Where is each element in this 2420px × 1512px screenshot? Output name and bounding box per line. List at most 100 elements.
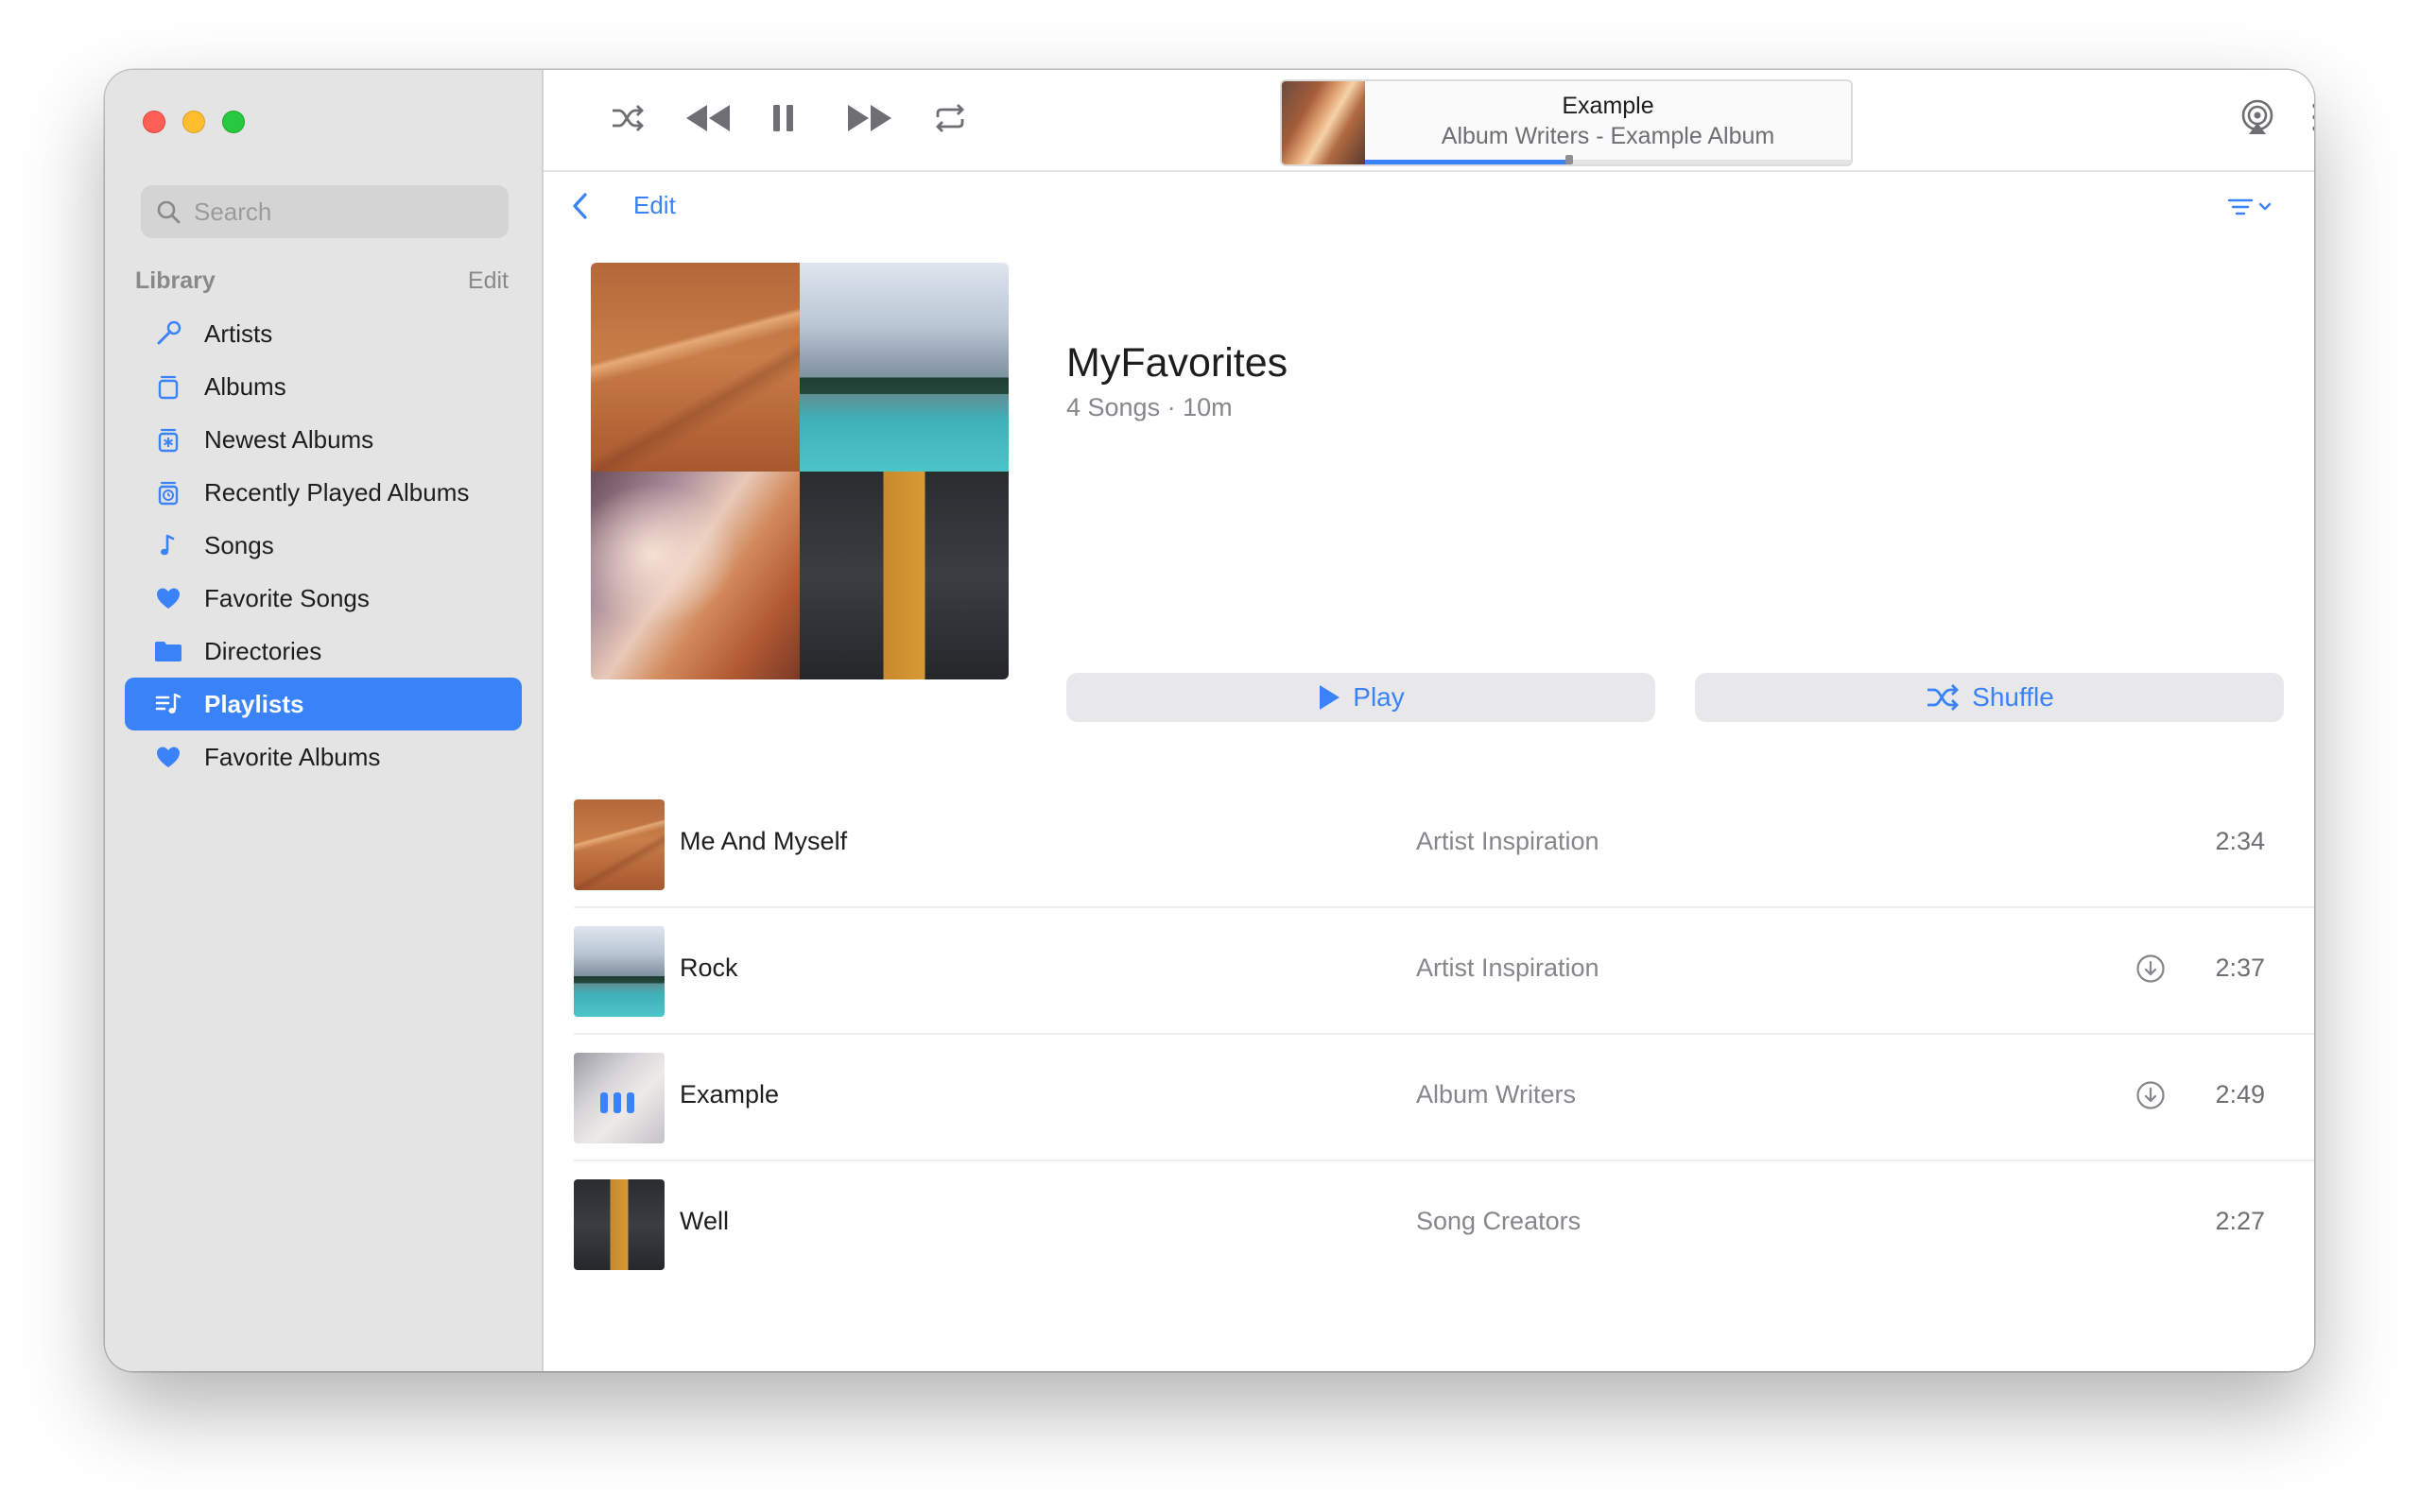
sidebar-item-label: Favorite Albums [204, 742, 381, 771]
sort-menu-button[interactable] [2227, 197, 2273, 217]
shuffle-icon [613, 105, 644, 131]
song-title: Example [680, 1080, 780, 1108]
edit-playlist-button[interactable]: Edit [633, 191, 676, 220]
queue-button[interactable] [2311, 101, 2314, 133]
playlist-icon [151, 687, 185, 721]
sidebar-item-label: Newest Albums [204, 424, 374, 454]
sidebar-item-label: Songs [204, 530, 274, 559]
repeat-icon [936, 104, 964, 132]
sidebar-item-newest-albums[interactable]: Newest Albums [125, 413, 522, 466]
playlist-title: MyFavorites [1066, 340, 1288, 386]
sidebar-item-label: Recently Played Albums [204, 477, 470, 507]
shuffle-icon [1927, 684, 1960, 711]
airplay-audio-icon [2241, 99, 2273, 134]
pause-button[interactable] [770, 101, 797, 135]
song-artist: Album Writers [1416, 1080, 1577, 1108]
song-artist: Song Creators [1416, 1207, 1582, 1235]
sidebar: Library Edit Artists Albums Newest Al [105, 70, 544, 1371]
song-list: Me And Myself Artist Inspiration 2:34 Ro… [574, 782, 2314, 1286]
library-title: Library [135, 266, 216, 294]
sidebar-item-favorite-albums[interactable]: Favorite Albums [125, 730, 522, 783]
minimize-window-button[interactable] [182, 111, 205, 133]
sidebar-item-label: Albums [204, 371, 286, 401]
close-window-button[interactable] [143, 111, 165, 133]
now-playing-subtitle: Album Writers - Example Album [1441, 123, 1775, 149]
sidebar-item-label: Playlists [204, 689, 304, 718]
sidebar-item-recently-played-albums[interactable]: Recently Played Albums [125, 466, 522, 519]
song-title: Me And Myself [680, 827, 848, 855]
shuffle-label: Shuffle [1972, 682, 2054, 712]
previous-button[interactable] [683, 101, 734, 135]
pause-icon [773, 105, 793, 131]
song-title: Well [680, 1207, 730, 1235]
song-artist: Artist Inspiration [1416, 954, 1599, 982]
playlist-detail: Edit MyFavorites 4 Songs · 10m Play Shuf… [544, 172, 2314, 1371]
cover-tile-aerial [800, 471, 1009, 679]
sidebar-item-artists[interactable]: Artists [125, 307, 522, 360]
library-header: Library Edit [135, 265, 509, 297]
new-album-icon [151, 422, 185, 456]
sidebar-item-label: Artists [204, 318, 273, 348]
sidebar-item-directories[interactable]: Directories [125, 625, 522, 678]
sidebar-item-albums[interactable]: Albums [125, 360, 522, 413]
list-icon [2312, 103, 2314, 131]
back-button[interactable] [566, 187, 595, 230]
cover-tile-canyon [591, 471, 800, 679]
sidebar-nav: Artists Albums Newest Albums Recently Pl… [125, 307, 522, 783]
play-button[interactable]: Play [1066, 673, 1655, 722]
playlist-cover-art [591, 263, 1009, 679]
forward-icon [848, 105, 891, 131]
album-stack-icon [151, 369, 185, 404]
song-duration: 2:34 [2215, 827, 2265, 855]
now-playing-title: Example [1562, 93, 1654, 119]
download-button[interactable] [2135, 954, 2166, 988]
heart-icon [151, 581, 185, 615]
song-artwork [574, 1053, 665, 1143]
song-duration: 2:49 [2215, 1080, 2265, 1108]
shuffle-button[interactable] [610, 101, 646, 135]
cover-tile-desert [591, 263, 800, 472]
song-artwork [574, 799, 665, 890]
playback-progress-bar[interactable] [1365, 155, 1851, 164]
recent-album-icon [151, 475, 185, 509]
heart-icon [151, 740, 185, 774]
chevron-left-icon [573, 193, 587, 219]
playlist-meta: 4 Songs · 10m [1066, 393, 1233, 421]
next-button[interactable] [844, 101, 895, 135]
song-row[interactable]: Me And Myself Artist Inspiration 2:34 [574, 782, 2314, 908]
repeat-button[interactable] [933, 101, 967, 135]
toolbar: Example Album Writers - Example Album [544, 70, 2314, 172]
window-controls [143, 111, 245, 133]
play-label: Play [1353, 682, 1405, 712]
sidebar-item-playlists[interactable]: Playlists [125, 678, 522, 730]
song-artist: Artist Inspiration [1416, 827, 1599, 855]
sidebar-item-songs[interactable]: Songs [125, 519, 522, 572]
sidebar-item-label: Favorite Songs [204, 583, 370, 612]
cover-tile-mountain [800, 263, 1009, 472]
library-edit-button[interactable]: Edit [468, 267, 509, 295]
song-row[interactable]: Well Song Creators 2:27 [574, 1161, 2314, 1286]
app-window: Library Edit Artists Albums Newest Al [105, 70, 2314, 1371]
song-artwork [574, 1179, 665, 1270]
backward-icon [686, 105, 730, 131]
now-playing-display[interactable]: Example Album Writers - Example Album [1280, 79, 1853, 166]
now-playing-indicator-icon [600, 1092, 634, 1113]
download-button[interactable] [2135, 1080, 2166, 1115]
folder-icon [151, 634, 185, 668]
microphone-icon [151, 317, 185, 351]
shuffle-play-button[interactable]: Shuffle [1695, 673, 2284, 722]
song-row[interactable]: Rock Artist Inspiration 2:37 [574, 908, 2314, 1035]
search-icon [157, 200, 181, 224]
search-input[interactable] [192, 196, 498, 228]
airplay-button[interactable] [2238, 98, 2277, 138]
sidebar-item-favorite-songs[interactable]: Favorite Songs [125, 572, 522, 625]
play-icon [1320, 685, 1340, 710]
music-note-icon [151, 528, 185, 562]
zoom-window-button[interactable] [222, 111, 245, 133]
search-field[interactable] [141, 185, 509, 238]
download-circle-icon [2136, 954, 2165, 983]
song-duration: 2:27 [2215, 1207, 2265, 1235]
song-row-now-playing[interactable]: Example Album Writers 2:49 [574, 1035, 2314, 1161]
chevron-down-icon [2258, 202, 2272, 211]
playback-progress-knob[interactable] [1564, 155, 1573, 164]
